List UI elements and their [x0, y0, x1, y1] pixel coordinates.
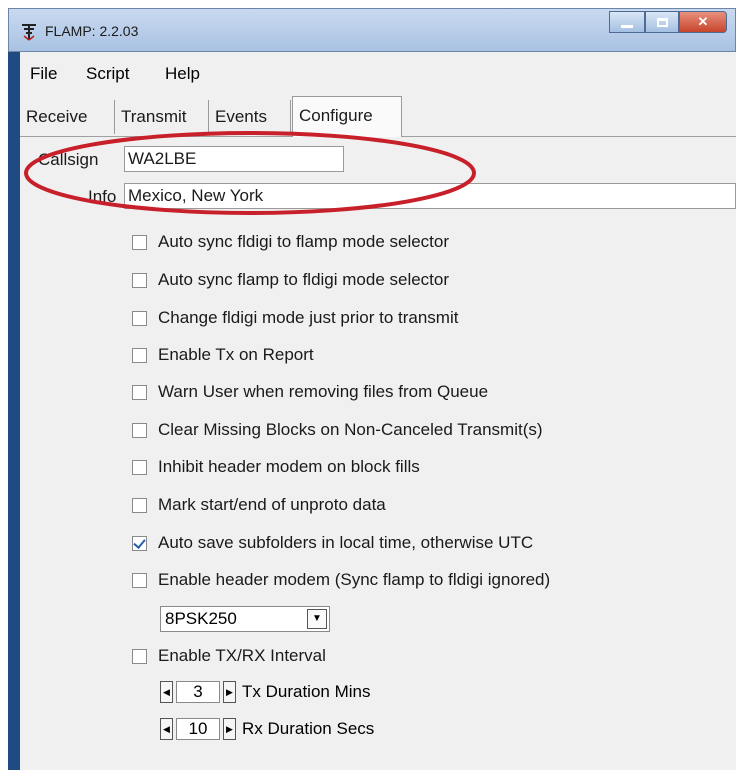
rx-duration-spinner: ◀ 10 ▶ Rx Duration Secs: [160, 716, 374, 742]
checkbox-row[interactable]: Clear Missing Blocks on Non-Canceled Tra…: [132, 417, 543, 443]
checkbox-row[interactable]: Warn User when removing files from Queue: [132, 379, 488, 405]
checkbox-row[interactable]: Change fldigi mode just prior to transmi…: [132, 305, 458, 331]
close-icon: ✕: [697, 14, 709, 29]
checkbox-label: Enable TX/RX Interval: [158, 646, 326, 665]
checkbox[interactable]: [132, 347, 147, 363]
checkbox-row[interactable]: Inhibit header modem on block fills: [132, 454, 420, 480]
header-modem-select[interactable]: 8PSK250 ▼: [160, 606, 330, 632]
checkbox-checked[interactable]: [132, 535, 147, 551]
menu-file[interactable]: File: [30, 64, 57, 84]
checkbox-label: Inhibit header modem on block fills: [158, 457, 420, 476]
checkbox-row[interactable]: Enable header modem (Sync flamp to fldig…: [132, 567, 550, 593]
checkbox-label: Auto sync fldigi to flamp mode selector: [158, 232, 450, 251]
checkbox-label: Enable Tx on Report: [158, 345, 314, 364]
checkbox-row[interactable]: Enable Tx on Report: [132, 342, 314, 368]
chevron-down-icon[interactable]: ▼: [307, 609, 327, 629]
increment-icon[interactable]: ▶: [223, 681, 236, 703]
checkbox[interactable]: [132, 384, 147, 400]
menu-script[interactable]: Script: [86, 64, 129, 84]
checkbox-label: Auto sync flamp to fldigi mode selector: [158, 270, 450, 289]
checkbox-label: Auto save subfolders in local time, othe…: [158, 533, 534, 552]
checkbox-label: Change fldigi mode just prior to transmi…: [158, 308, 459, 327]
header-modem-value: 8PSK250: [165, 609, 237, 628]
checkbox[interactable]: [132, 310, 147, 326]
checkbox-label: Warn User when removing files from Queue: [158, 382, 489, 401]
decrement-icon[interactable]: ◀: [160, 718, 173, 740]
checkbox-row[interactable]: Auto sync flamp to fldigi mode selector: [132, 267, 449, 293]
rx-duration-value[interactable]: 10: [176, 718, 220, 740]
title-bar[interactable]: FLAMP: 2.2.03 ✕: [8, 8, 736, 52]
checkbox-row[interactable]: Auto sync fldigi to flamp mode selector: [132, 229, 449, 255]
tx-duration-spinner: ◀ 3 ▶ Tx Duration Mins: [160, 679, 370, 705]
checkbox[interactable]: [132, 572, 147, 588]
checkbox-row[interactable]: Enable TX/RX Interval: [132, 643, 326, 669]
minimize-button[interactable]: [609, 11, 645, 33]
decrement-icon[interactable]: ◀: [160, 681, 173, 703]
checkbox-row[interactable]: Mark start/end of unproto data: [132, 492, 386, 518]
checkbox[interactable]: [132, 422, 147, 438]
rx-duration-label: Rx Duration Secs: [242, 719, 375, 738]
annotation-oval: [24, 131, 476, 215]
increment-icon[interactable]: ▶: [223, 718, 236, 740]
checkbox-label: Clear Missing Blocks on Non-Canceled Tra…: [158, 420, 543, 439]
close-button[interactable]: ✕: [679, 11, 727, 33]
checkbox[interactable]: [132, 648, 147, 664]
maximize-icon: [656, 17, 668, 27]
tx-duration-value[interactable]: 3: [176, 681, 220, 703]
checkbox[interactable]: [132, 234, 147, 250]
menu-bar: File Script Help: [20, 60, 736, 88]
window-title: FLAMP: 2.2.03: [45, 23, 139, 39]
checkbox-row[interactable]: Auto save subfolders in local time, othe…: [132, 530, 533, 556]
checkbox-label: Mark start/end of unproto data: [158, 495, 386, 514]
checkbox[interactable]: [132, 459, 147, 475]
menu-help[interactable]: Help: [165, 64, 200, 84]
tx-duration-label: Tx Duration Mins: [242, 682, 371, 701]
checkbox-label: Enable header modem (Sync flamp to fldig…: [158, 570, 551, 589]
checkbox[interactable]: [132, 497, 147, 513]
checkbox[interactable]: [132, 272, 147, 288]
minimize-icon: [621, 24, 633, 28]
maximize-button[interactable]: [645, 11, 679, 33]
antenna-icon: [22, 24, 36, 41]
